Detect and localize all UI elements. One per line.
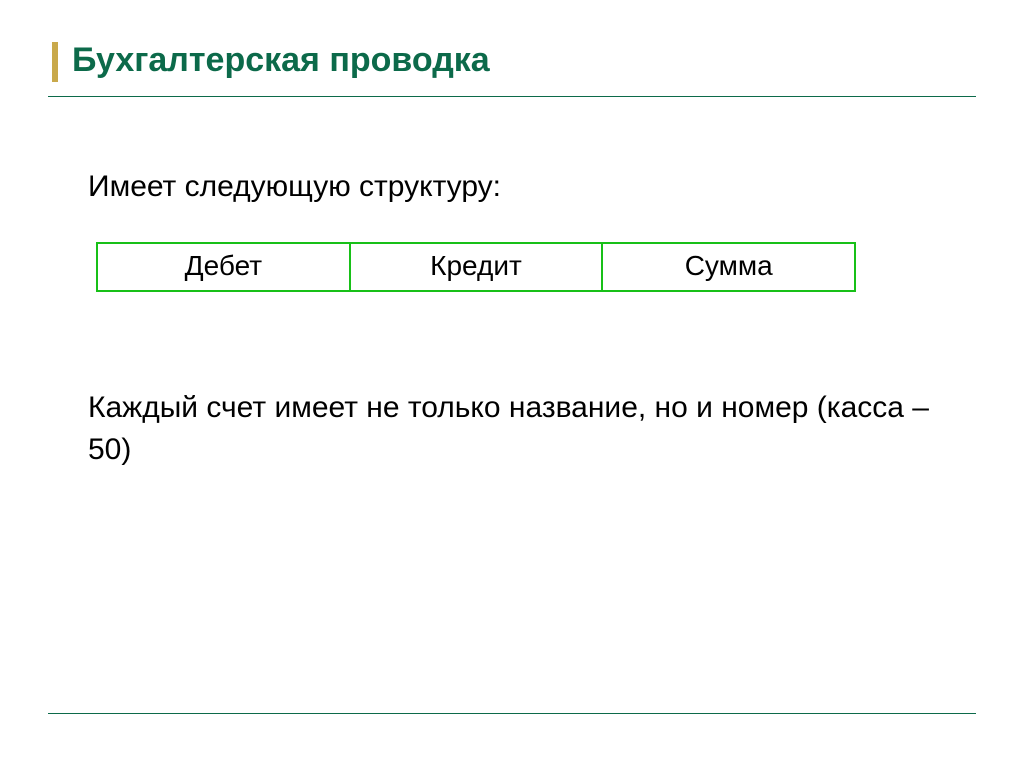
title-underline: [48, 96, 976, 97]
intro-text: Имеет следующую структуру:: [88, 167, 948, 208]
bottom-underline: [48, 713, 976, 714]
structure-cell-debit: Дебет: [96, 242, 351, 292]
structure-cell-credit: Кредит: [351, 242, 604, 292]
structure-row: Дебет Кредит Сумма: [96, 242, 856, 292]
title-block: Бухгалтерская проводка: [48, 38, 976, 97]
page-title: Бухгалтерская проводка: [48, 38, 976, 82]
content-area: Имеет следующую структуру: Дебет Кредит …: [48, 167, 976, 471]
note-text: Каждый счет имеет не только название, но…: [88, 387, 948, 471]
accent-bar: [52, 42, 58, 82]
slide: Бухгалтерская проводка Имеет следующую с…: [0, 0, 1024, 768]
structure-cell-sum: Сумма: [603, 242, 856, 292]
